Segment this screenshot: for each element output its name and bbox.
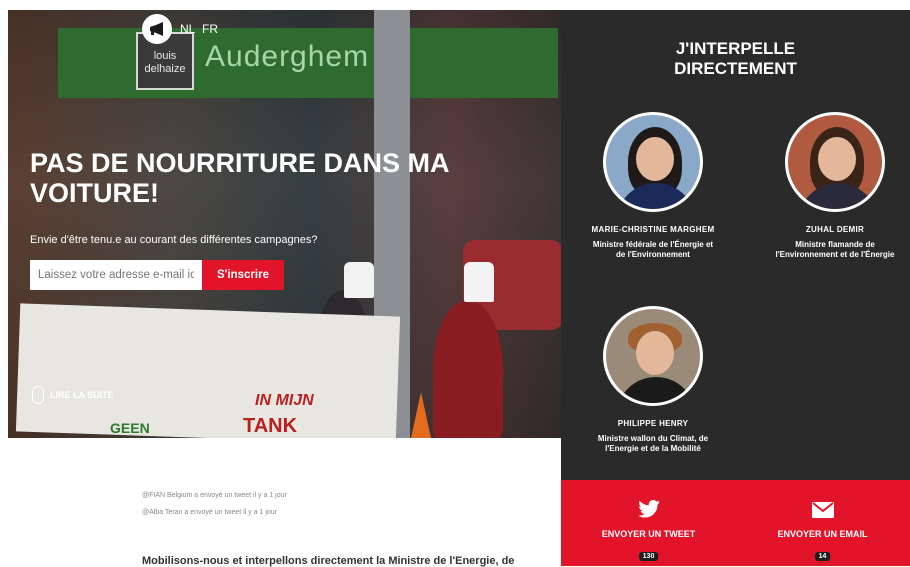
shop-name: Auderghem xyxy=(205,40,370,73)
minister-avatar xyxy=(603,112,703,212)
chef-hat xyxy=(344,262,374,298)
read-more-link[interactable]: LIRE LA SUITE xyxy=(32,386,114,404)
minister-name: ZUHAL DEMIR xyxy=(805,225,865,234)
minister-role: Ministre fédérale de l'Énergie et de l'E… xyxy=(592,240,714,259)
banner-text: GEEN xyxy=(110,420,150,436)
send-email-button[interactable]: ENVOYER UN EMAIL 14 xyxy=(735,480,910,566)
avatar-body xyxy=(616,377,696,403)
activity-feed-item: @Alba Teran a envoyé un tweet il y a 1 j… xyxy=(142,509,277,516)
intro-paragraph: Mobilisons-nous et interpellons directem… xyxy=(142,555,515,567)
send-tweet-label: ENVOYER UN TWEET xyxy=(601,529,696,539)
read-more-label: LIRE LA SUITE xyxy=(50,390,114,400)
lang-nl-link[interactable]: NL xyxy=(180,22,195,36)
avatar-face xyxy=(818,137,856,181)
sidebar-title-line: J'INTERPELLE xyxy=(675,39,796,58)
email-count-badge: 14 xyxy=(814,552,831,561)
subscribe-button[interactable]: S'inscrire xyxy=(202,260,284,290)
minister-name: MARIE-CHRISTINE MARGHEM xyxy=(591,225,715,234)
chef-hat xyxy=(464,262,494,302)
email-input[interactable] xyxy=(30,260,202,290)
minister-name: PHILIPPE HENRY xyxy=(617,419,689,428)
minister-role: Ministre flamande de l'Environnement et … xyxy=(775,240,895,259)
minister-avatar xyxy=(603,306,703,406)
avatar-face xyxy=(636,137,674,181)
minister-card[interactable]: ZUHAL DEMIR Ministre flamande de l'Envir… xyxy=(770,112,900,260)
minister-avatar xyxy=(785,112,885,212)
action-bar: ENVOYER UN TWEET 130 ENVOYER UN EMAIL 14 xyxy=(561,480,910,566)
sidebar-title-line: DIRECTEMENT xyxy=(674,59,797,78)
avatar-body xyxy=(798,183,878,209)
lang-fr-link[interactable]: FR xyxy=(202,22,218,36)
send-tweet-button[interactable]: ENVOYER UN TWEET 130 xyxy=(561,480,736,566)
interpellation-sidebar: J'INTERPELLE DIRECTEMENT MARIE-CHRISTINE… xyxy=(561,10,910,480)
hero-section xyxy=(8,10,561,438)
traffic-cone xyxy=(411,392,431,438)
minister-card[interactable]: MARIE-CHRISTINE MARGHEM Ministre fédéral… xyxy=(588,112,718,260)
site-logo[interactable] xyxy=(142,14,172,44)
background-person xyxy=(433,300,503,438)
background-banner xyxy=(15,303,401,438)
sidebar-title: J'INTERPELLE DIRECTEMENT xyxy=(561,39,910,79)
send-email-label: ENVOYER UN EMAIL xyxy=(777,529,868,539)
avatar-body xyxy=(616,183,696,209)
banner-text: IN MIJN xyxy=(255,392,314,409)
minister-role: Ministre wallon du Climat, de l'Energie … xyxy=(597,434,709,453)
minister-card[interactable]: PHILIPPE HENRY Ministre wallon du Climat… xyxy=(588,306,718,454)
hero-subtitle: Envie d'être tenu.e au courant des diffé… xyxy=(30,234,318,246)
hero-title: PAS DE NOURRITURE DANS MA VOITURE! xyxy=(30,148,449,208)
envelope-icon xyxy=(812,502,834,518)
avatar-face xyxy=(636,331,674,375)
twitter-icon xyxy=(638,500,660,518)
banner-text: TANK xyxy=(243,415,298,437)
activity-feed-item: @FIAN Belgium a envoyé un tweet il y a 1… xyxy=(142,492,287,499)
scroll-icon xyxy=(32,386,44,404)
tweet-count-badge: 130 xyxy=(638,552,659,561)
megaphone-icon xyxy=(150,22,163,36)
